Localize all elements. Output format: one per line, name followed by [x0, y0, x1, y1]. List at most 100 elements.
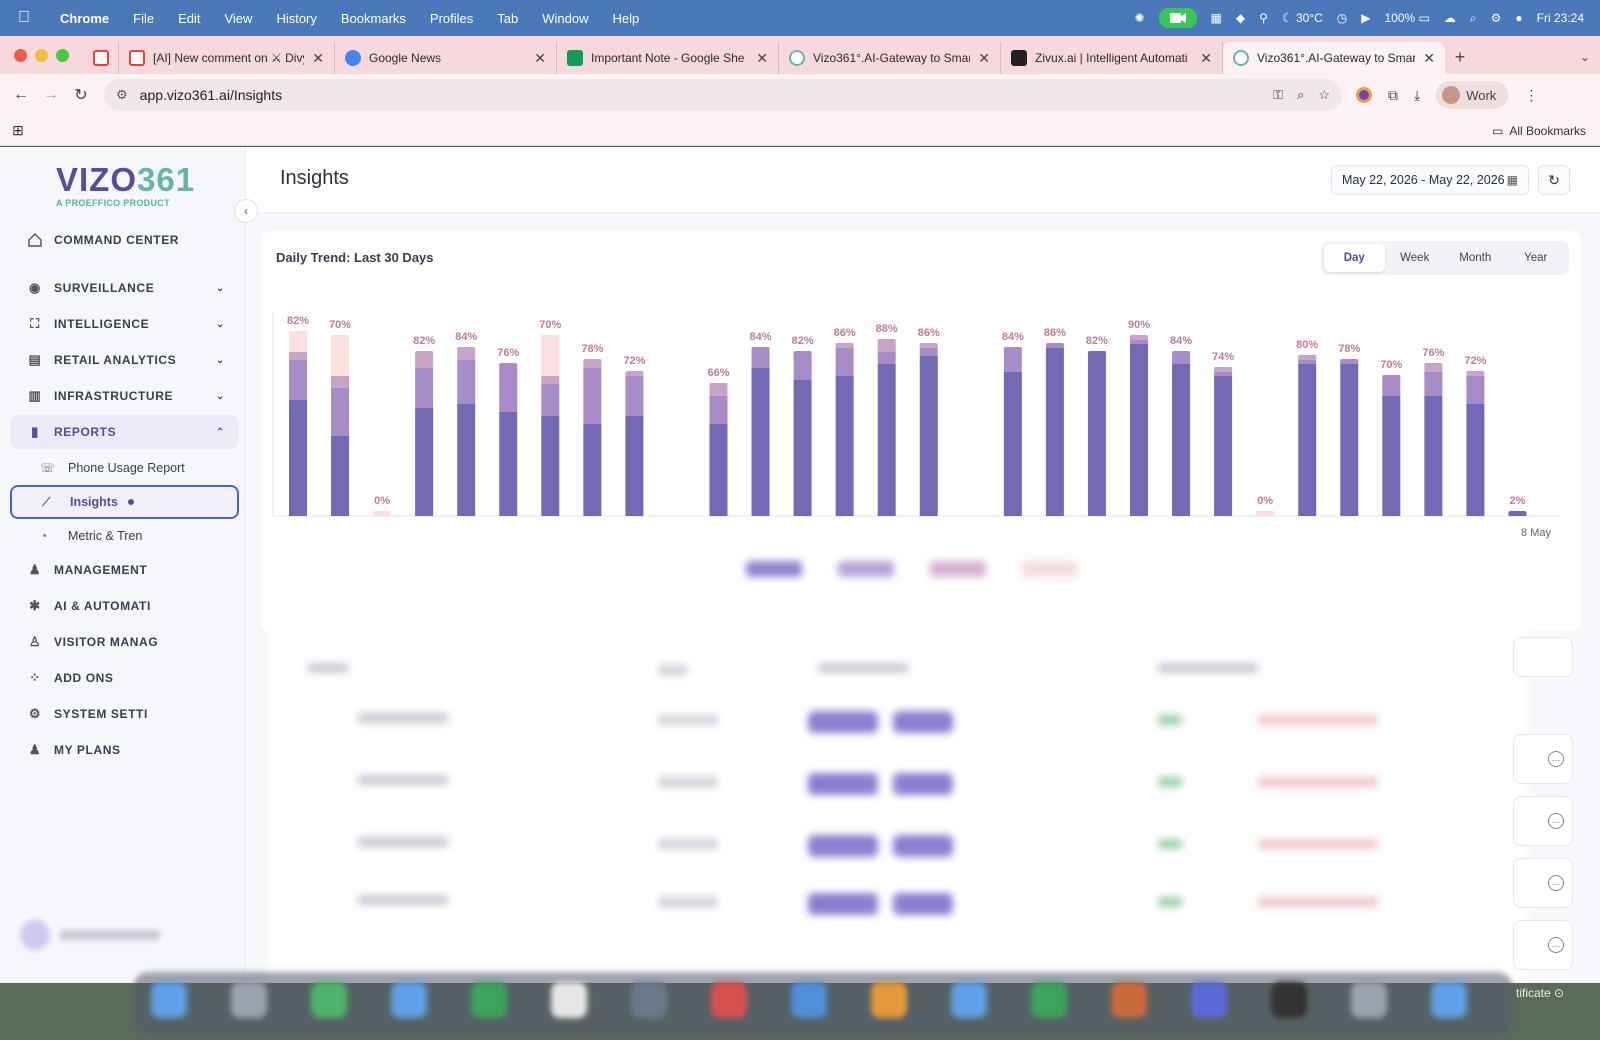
bar-segment[interactable]	[289, 360, 307, 400]
menu-profiles[interactable]: Profiles	[418, 11, 485, 26]
dock-app-icon[interactable]	[951, 982, 987, 1018]
forward-arrow-icon[interactable]: →	[36, 86, 66, 104]
siri-icon[interactable]: ●	[1515, 11, 1522, 25]
sidebar-item-system-settings[interactable]: ⚙ SYSTEM SETTI	[10, 697, 239, 731]
menu-file[interactable]: File	[121, 11, 166, 26]
tab-close-icon[interactable]: ✕	[1423, 50, 1435, 67]
cloud-icon[interactable]: ☁	[1444, 11, 1456, 25]
bar-segment[interactable]	[919, 348, 938, 356]
bar-segment[interactable]	[1382, 376, 1401, 396]
sidebar-subitem-insights[interactable]: ⟋ Insights	[10, 485, 239, 519]
side-card[interactable]: …	[1513, 734, 1573, 784]
bar-segment[interactable]	[835, 376, 854, 516]
bar-segment[interactable]	[1045, 348, 1064, 516]
usb-icon[interactable]: ⚲	[1259, 11, 1268, 25]
time-machine-icon[interactable]: ◷	[1337, 11, 1347, 25]
bar-segment[interactable]	[835, 348, 854, 376]
dock-app-icon[interactable]	[391, 982, 427, 1018]
menu-bookmarks[interactable]: Bookmarks	[329, 11, 418, 26]
menu-edit[interactable]: Edit	[166, 11, 212, 26]
bar-segment[interactable]	[289, 400, 307, 516]
control-center-icon[interactable]: ⚙	[1491, 11, 1502, 25]
dock-app-icon[interactable]	[871, 982, 907, 1018]
menu-window[interactable]: Window	[530, 11, 600, 26]
more-options-icon[interactable]: …	[1548, 875, 1564, 891]
bar-segment[interactable]	[793, 352, 812, 380]
date-range-picker[interactable]: May 22, 2026 - May 22, 2026 ▦	[1331, 165, 1529, 195]
bar-segment[interactable]	[1466, 404, 1485, 516]
dock-app-icon[interactable]	[1031, 982, 1067, 1018]
bar-segment[interactable]	[1214, 372, 1233, 376]
extensions-puzzle-icon[interactable]: ⧉	[1388, 87, 1398, 104]
dock-app-icon[interactable]	[1271, 982, 1307, 1018]
side-card[interactable]	[1513, 637, 1573, 677]
bar-segment[interactable]	[1466, 376, 1485, 404]
extension-color-icon[interactable]	[1356, 87, 1372, 103]
bar-segment[interactable]	[1298, 360, 1317, 364]
more-options-icon[interactable]: …	[1548, 751, 1564, 767]
tab-google-sheets[interactable]: Important Note - Google She ✕	[557, 42, 779, 74]
menu-history[interactable]: History	[264, 11, 328, 26]
dock-app-icon[interactable]	[151, 982, 187, 1018]
tab-close-icon[interactable]: ✕	[756, 50, 768, 67]
video-camera-icon[interactable]	[1158, 8, 1197, 28]
more-options-icon[interactable]: …	[1548, 813, 1564, 829]
tab-google-news[interactable]: Google News ✕	[335, 42, 557, 74]
tab-pinned-gmail[interactable]	[83, 42, 119, 74]
bar-segment[interactable]	[793, 380, 812, 516]
vizo361-logo[interactable]: VIZO361 A PROEFFICO PRODUCT	[56, 163, 196, 209]
side-card[interactable]: …	[1513, 920, 1573, 970]
bar-segment[interactable]	[289, 332, 307, 352]
teams-icon[interactable]: ◆	[1236, 11, 1245, 25]
bar-segment[interactable]	[919, 356, 938, 516]
tab-vizo361-1[interactable]: Vizo361°.AI-Gateway to Smar ✕	[779, 42, 1001, 74]
profile-button[interactable]: Work	[1436, 81, 1509, 109]
new-tab-button[interactable]: +	[1445, 42, 1475, 74]
all-bookmarks-button[interactable]: ▭ All Bookmarks	[1492, 124, 1600, 138]
dock-app-icon[interactable]	[1191, 982, 1227, 1018]
bar-segment[interactable]	[583, 424, 602, 516]
menu-app-chrome[interactable]: Chrome	[48, 11, 121, 26]
sidebar-item-intelligence[interactable]: ⛶ INTELLIGENCE ⌄	[10, 307, 239, 341]
bar-segment[interactable]	[1130, 344, 1148, 516]
tab-zivux[interactable]: Zivux.ai | Intelligent Automati ✕	[1001, 42, 1223, 74]
tab-gmail-comment[interactable]: [AI] New comment on ⚔ Divy ✕	[119, 42, 335, 74]
collapse-sidebar-chevron-icon[interactable]: ‹	[234, 199, 258, 223]
dock-app-icon[interactable]	[1111, 982, 1147, 1018]
more-options-icon[interactable]: …	[1548, 937, 1564, 953]
side-card[interactable]: …	[1513, 796, 1573, 846]
back-arrow-icon[interactable]: ←	[6, 86, 36, 104]
play-icon[interactable]: ▶	[1361, 11, 1370, 25]
apps-grid-icon[interactable]: ⊞	[0, 122, 36, 139]
apple-icon[interactable]: 	[0, 9, 48, 27]
bar-segment[interactable]	[457, 404, 476, 516]
bookmark-star-icon[interactable]: ☆	[1318, 87, 1330, 103]
dock-app-icon[interactable]	[1351, 982, 1387, 1018]
bar-segment[interactable]	[1172, 364, 1191, 516]
zoom-icon[interactable]: ⌕	[1297, 87, 1304, 103]
zoom-window-button[interactable]	[56, 48, 69, 62]
bar-segment[interactable]	[541, 336, 560, 376]
bar-segment[interactable]	[541, 416, 560, 516]
bar-segment[interactable]	[331, 388, 350, 436]
tab-close-icon[interactable]: ✕	[312, 50, 324, 67]
bar-segment[interactable]	[415, 368, 434, 408]
bar-segment[interactable]	[1424, 372, 1443, 396]
dock-app-icon[interactable]	[791, 982, 827, 1018]
sidebar-item-surveillance[interactable]: ◉ SURVEILLANCE ⌄	[10, 271, 239, 305]
weather-moon-icon[interactable]: ☾ 30°C	[1282, 11, 1323, 25]
bar-segment[interactable]	[541, 384, 560, 416]
bar-segment[interactable]	[499, 412, 518, 516]
password-key-icon[interactable]: ⚿	[1273, 87, 1283, 103]
bar-segment[interactable]	[415, 352, 434, 368]
sidebar-item-reports[interactable]: ▮ REPORTS ⌃	[10, 415, 239, 449]
bar-segment[interactable]	[751, 348, 770, 368]
clock-datetime[interactable]: Fri 23:24	[1537, 11, 1584, 25]
sidebar-subitem-phone-usage-report[interactable]: ☏ Phone Usage Report	[10, 451, 239, 485]
bar-segment[interactable]	[625, 376, 644, 416]
dock-app-icon[interactable]	[311, 982, 347, 1018]
bar-segment[interactable]	[331, 336, 350, 376]
sidebar-subitem-metric-trends[interactable]: ◔ Metric & Tren	[10, 519, 239, 553]
bar-segment[interactable]	[415, 408, 434, 516]
more-menu-icon[interactable]: ⋮	[1524, 87, 1538, 104]
